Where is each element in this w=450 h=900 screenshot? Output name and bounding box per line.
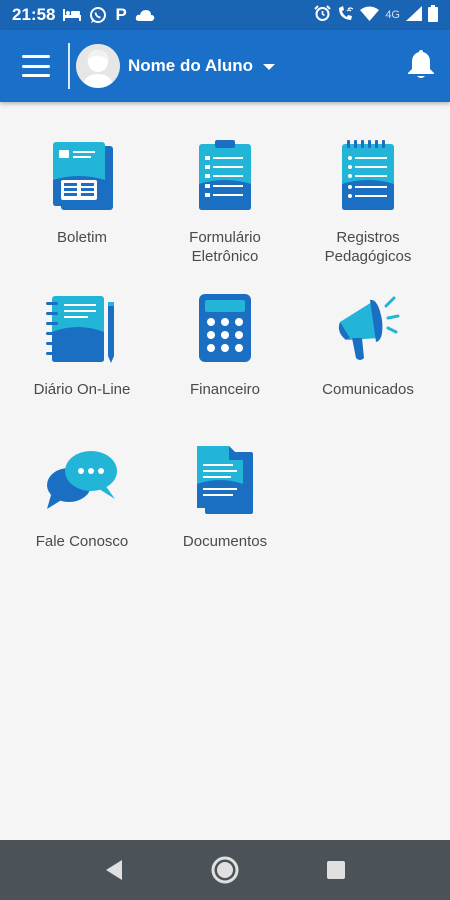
menu-item-label: Formulário Eletrônico [189, 229, 261, 265]
status-bar-right: 4G [314, 5, 438, 25]
parking-icon: P [115, 5, 127, 24]
menu-item-label: Registros Pedagógicos [324, 229, 412, 265]
report-card-icon [42, 136, 122, 216]
menu-item-financeiro[interactable]: Financeiro [150, 288, 300, 399]
wifi-icon [360, 6, 380, 24]
menu-item-label: Boletim [56, 229, 108, 246]
home-circle-icon[interactable] [195, 840, 255, 900]
menu-item-registros-pedagogicos[interactable]: Registros Pedagógicos [293, 136, 443, 266]
app-bar-divider [68, 43, 70, 89]
menu-item-label: Diário On-Line [33, 381, 131, 398]
status-bar: 21:58 P 4G [0, 0, 450, 30]
menu-item-diario-on-line[interactable]: Diário On-Line [7, 288, 157, 399]
clipboard-form-icon [185, 136, 265, 216]
bell-icon[interactable] [406, 48, 436, 80]
menu-item-label: Financeiro [189, 381, 261, 398]
caret-down-icon[interactable] [262, 64, 275, 70]
cloud-icon [135, 9, 155, 21]
notepad-icon [328, 136, 408, 216]
chat-bubbles-icon [42, 440, 122, 520]
app-bar: Nome do Aluno [0, 30, 450, 102]
battery-icon [428, 5, 438, 25]
recents-square-icon[interactable] [306, 840, 366, 900]
wifi-call-icon [337, 5, 354, 25]
status-bar-left: 21:58 P [12, 5, 155, 25]
menu-item-documentos[interactable]: Documentos [150, 440, 300, 551]
network-label: 4G [385, 9, 400, 21]
system-nav-bar [0, 840, 450, 900]
megaphone-icon [328, 288, 408, 368]
menu-item-label: Comunicados [322, 381, 414, 398]
menu-item-label: Documentos [182, 533, 268, 550]
bed-icon [63, 9, 82, 21]
signal-icon [406, 6, 422, 24]
menu-item-label: Fale Conosco [35, 533, 129, 550]
avatar[interactable] [76, 44, 120, 88]
menu-item-formulario-eletronico[interactable]: Formulário Eletrônico [150, 136, 300, 266]
alarm-icon [314, 5, 332, 25]
menu-item-fale-conosco[interactable]: Fale Conosco [7, 440, 157, 551]
notebook-pen-icon [42, 288, 122, 368]
calculator-icon [185, 288, 265, 368]
user-name[interactable]: Nome do Aluno [128, 56, 253, 76]
whatsapp-icon [89, 6, 107, 24]
back-triangle-icon[interactable] [84, 840, 144, 900]
menu-item-boletim[interactable]: Boletim [7, 136, 157, 247]
status-time: 21:58 [12, 5, 56, 24]
menu-item-comunicados[interactable]: Comunicados [293, 288, 443, 399]
hamburger-menu-icon[interactable] [22, 55, 50, 77]
documents-icon [185, 440, 265, 520]
